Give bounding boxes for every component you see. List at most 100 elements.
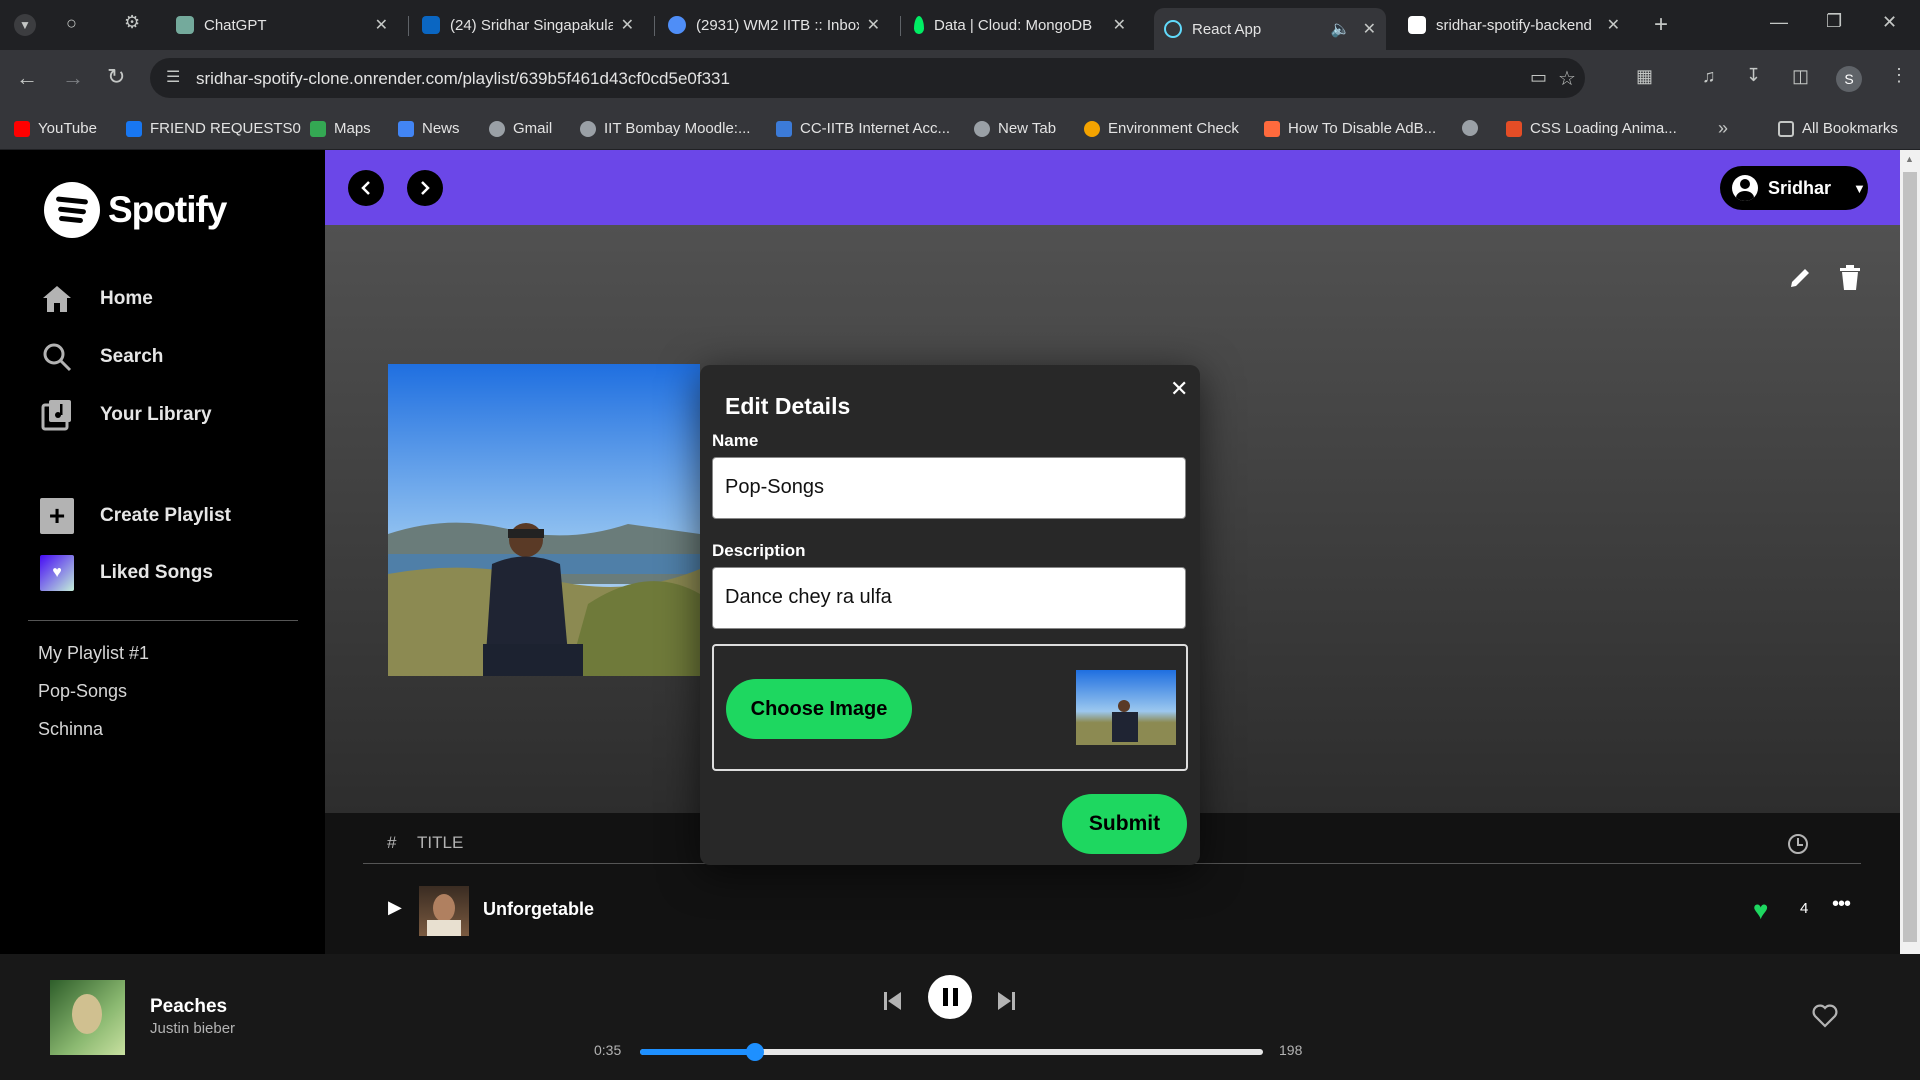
liked-songs-button[interactable]: ♥ Liked Songs xyxy=(40,555,213,591)
new-tab-icon[interactable]: + xyxy=(1654,11,1668,39)
user-icon xyxy=(1732,175,1758,201)
close-tab-icon[interactable]: ✕ xyxy=(1363,19,1376,39)
tab-mongodb[interactable]: Data | Cloud: MongoDB ✕ xyxy=(904,8,1136,42)
close-icon[interactable]: ✕ xyxy=(1170,376,1188,402)
nav-label: Search xyxy=(100,346,164,367)
sidebar-playlist-item[interactable]: Schinna xyxy=(38,719,103,740)
scroll-up-arrow[interactable]: ▲ xyxy=(1905,154,1914,164)
sidebar-playlist-item[interactable]: My Playlist #1 xyxy=(38,643,149,664)
bookmark-cc-iitb[interactable]: CC-IITB Internet Acc... xyxy=(776,120,950,137)
more-options-icon[interactable]: ••• xyxy=(1832,893,1851,916)
spotify-logo[interactable]: Spotify xyxy=(44,182,227,238)
sidebar: Spotify Home Search Your Library + Creat… xyxy=(0,150,325,954)
bookmark-new-tab[interactable]: New Tab xyxy=(974,120,1056,137)
close-tab-icon[interactable]: ✕ xyxy=(375,15,388,35)
settings-gear-icon[interactable]: ⚙ xyxy=(124,12,140,33)
url-field[interactable]: ☰ sridhar-spotify-clone.onrender.com/pla… xyxy=(150,58,1585,98)
bookmark-label: CC-IITB Internet Acc... xyxy=(800,120,951,137)
skip-next-icon[interactable] xyxy=(996,990,1016,1017)
all-bookmarks[interactable]: All Bookmarks xyxy=(1778,120,1898,137)
top-bar: Sridhar ▼ xyxy=(325,150,1900,225)
progress-slider[interactable] xyxy=(640,1043,1263,1061)
submit-button[interactable]: Submit xyxy=(1062,794,1187,854)
now-playing-artist[interactable]: Justin bieber xyxy=(150,1020,235,1037)
nav-search[interactable]: Search xyxy=(40,340,163,374)
bookmark-maps[interactable]: Maps xyxy=(310,120,371,137)
bookmark-disable-adblock[interactable]: How To Disable AdB... xyxy=(1264,120,1436,137)
now-playing-title[interactable]: Peaches xyxy=(150,996,227,1018)
nav-home[interactable]: Home xyxy=(40,282,153,316)
side-panel-icon[interactable]: ◫ xyxy=(1792,66,1809,87)
user-menu-button[interactable]: Sridhar ▼ xyxy=(1720,166,1868,210)
media-control-icon[interactable]: ♫ xyxy=(1702,66,1716,87)
nav-your-library[interactable]: Your Library xyxy=(40,398,212,432)
bookmark-news[interactable]: News xyxy=(398,120,460,137)
close-window-icon[interactable]: ✕ xyxy=(1882,12,1897,33)
globe-icon[interactable]: ○ xyxy=(66,13,77,34)
track-row[interactable]: ▶ Unforgetable ♥ 4 ••• xyxy=(325,883,1900,939)
bookmark-star-icon[interactable]: ☆ xyxy=(1558,66,1576,91)
back-icon[interactable]: ← xyxy=(16,65,38,91)
minimize-icon[interactable]: — xyxy=(1770,12,1788,33)
create-playlist-button[interactable]: + Create Playlist xyxy=(40,498,231,534)
install-app-icon[interactable]: ▭ xyxy=(1530,67,1547,88)
page-scrollbar[interactable]: ▲ xyxy=(1900,150,1920,954)
progress-thumb[interactable] xyxy=(746,1043,765,1061)
caret-down-icon: ▼ xyxy=(1853,180,1866,196)
speaker-icon[interactable]: 🔈 xyxy=(1331,19,1351,39)
pause-button[interactable] xyxy=(928,975,972,1019)
bookmark-unnamed[interactable] xyxy=(1462,120,1486,136)
tab-linkedin[interactable]: (24) Sridhar Singapakula ✕ xyxy=(412,8,644,42)
tab-react-app[interactable]: React App 🔈 ✕ xyxy=(1154,8,1386,50)
liked-heart-icon[interactable]: ♥ xyxy=(1753,895,1768,926)
tab-render-backend[interactable]: sridhar-spotify-backend ✕ xyxy=(1398,8,1630,42)
edit-icon[interactable] xyxy=(1787,265,1813,296)
news-icon xyxy=(398,120,414,137)
playlist-title-fragment xyxy=(1193,480,1593,610)
name-field[interactable]: Pop-Songs xyxy=(712,457,1186,519)
trash-icon[interactable] xyxy=(1839,265,1861,296)
tab-chatgpt[interactable]: ChatGPT ✕ xyxy=(166,8,398,42)
back-button[interactable] xyxy=(348,170,384,206)
scrollbar-thumb[interactable] xyxy=(1903,172,1917,942)
total-duration: 198 xyxy=(1279,1042,1303,1058)
extensions-icon[interactable]: ▦ xyxy=(1636,66,1653,87)
bookmark-gmail[interactable]: Gmail xyxy=(489,120,552,137)
close-tab-icon[interactable]: ✕ xyxy=(1113,15,1126,35)
create-playlist-label: Create Playlist xyxy=(100,505,231,526)
close-tab-icon[interactable]: ✕ xyxy=(1607,15,1620,35)
sidebar-playlist-item[interactable]: Pop-Songs xyxy=(38,681,127,702)
bookmark-friend-requests[interactable]: FRIEND REQUESTS0 xyxy=(126,120,301,137)
download-icon[interactable]: ↧ xyxy=(1746,65,1761,86)
bookmark-moodle[interactable]: IIT Bombay Moodle:... xyxy=(580,120,750,137)
profile-avatar[interactable]: S xyxy=(1836,66,1862,92)
choose-image-button[interactable]: Choose Image xyxy=(726,679,912,739)
forward-icon[interactable]: → xyxy=(62,65,84,91)
bookmark-environment-check[interactable]: Environment Check xyxy=(1084,120,1239,137)
like-heart-outline-icon[interactable] xyxy=(1812,1004,1838,1033)
close-tab-icon[interactable]: ✕ xyxy=(621,15,634,35)
site-info-icon[interactable]: ☰ xyxy=(166,67,180,87)
bookmark-css-loading[interactable]: CSS Loading Anima... xyxy=(1506,120,1677,137)
skip-previous-icon[interactable] xyxy=(883,990,903,1017)
gear-icon xyxy=(1462,120,1478,136)
restore-icon[interactable]: ❐ xyxy=(1826,11,1842,32)
close-tab-icon[interactable]: ✕ xyxy=(867,15,880,35)
description-field[interactable]: Dance chey ra ulfa xyxy=(712,567,1186,629)
tab-search-icon[interactable]: ▼ xyxy=(14,14,36,36)
bookmark-youtube[interactable]: YouTube xyxy=(14,120,97,137)
url-text: sridhar-spotify-clone.onrender.com/playl… xyxy=(196,69,730,88)
user-name: Sridhar xyxy=(1768,177,1832,198)
modal-title: Edit Details xyxy=(725,393,851,419)
tab-webmail[interactable]: (2931) WM2 IITB :: Inbox ✕ xyxy=(658,8,890,42)
reload-icon[interactable]: ↻ xyxy=(107,64,125,90)
plus-icon: + xyxy=(40,498,74,534)
menu-kebab-icon[interactable]: ⋮ xyxy=(1890,65,1908,86)
edit-details-modal: Edit Details ✕ Name Pop-Songs Descriptio… xyxy=(700,365,1200,865)
progress-fill xyxy=(640,1049,756,1055)
bookmark-label: Environment Check xyxy=(1108,120,1239,137)
more-bookmarks-icon[interactable]: » xyxy=(1718,118,1728,139)
forward-button[interactable] xyxy=(407,170,443,206)
image-upload-box: Choose Image xyxy=(712,644,1188,771)
play-icon[interactable]: ▶ xyxy=(388,897,402,918)
